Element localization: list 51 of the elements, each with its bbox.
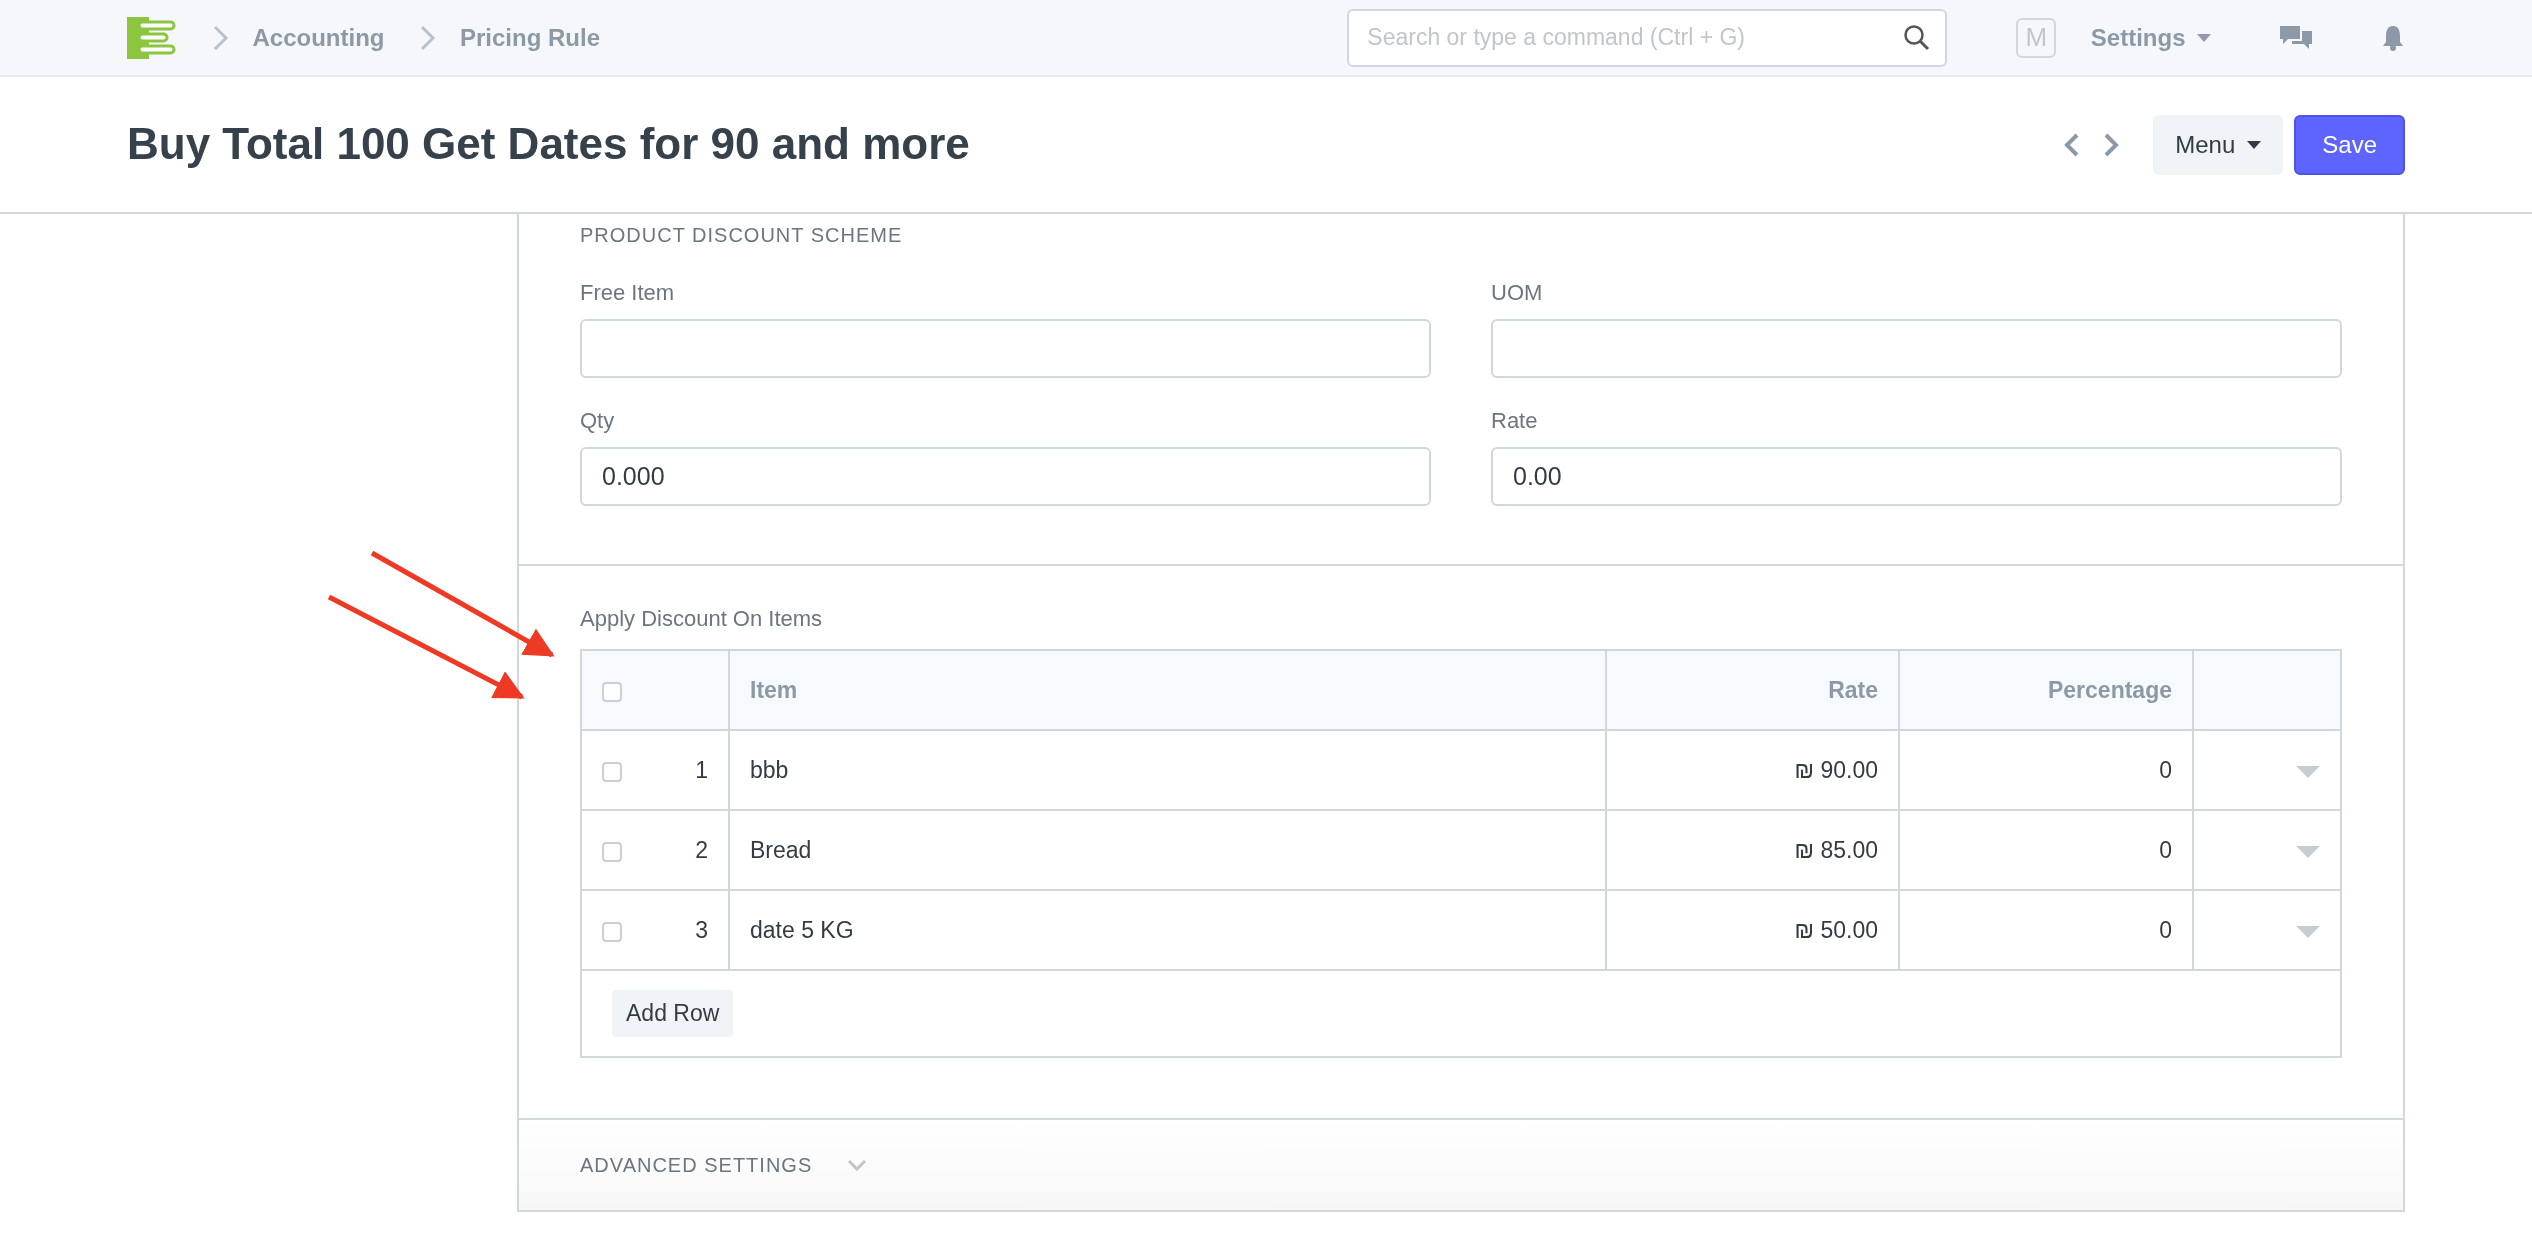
input-field[interactable]: 0.000	[580, 447, 1431, 506]
input-field[interactable]	[1491, 319, 2342, 378]
field-label: Qty	[580, 407, 616, 435]
table-label: Apply Discount On Items	[580, 605, 824, 633]
input-field[interactable]	[580, 319, 1431, 378]
column-header: Percentage	[1899, 650, 2193, 730]
field-label: UOM	[1491, 279, 1544, 307]
row-number: 1	[653, 730, 729, 810]
table-cell: ₪ 85.00	[1606, 810, 1899, 890]
chevron-right-icon	[419, 23, 437, 52]
settings-menu[interactable]: Settings	[2090, 19, 2186, 56]
chevron-down-icon[interactable]	[846, 1159, 867, 1171]
caret-down-icon	[2246, 140, 2261, 149]
search-icon	[1903, 23, 1932, 52]
checkbox[interactable]	[602, 761, 622, 782]
section-heading[interactable]: ADVANCED SETTINGS	[580, 1150, 813, 1180]
row-number: 2	[653, 810, 729, 890]
caret-down-icon[interactable]	[2296, 765, 2320, 778]
logo-icon[interactable]	[127, 16, 177, 59]
caret-down-icon[interactable]	[2296, 845, 2320, 858]
input-field[interactable]: 0.00	[1491, 447, 2342, 506]
checkbox[interactable]	[602, 681, 622, 702]
section-heading: PRODUCT DISCOUNT SCHEME	[580, 223, 904, 248]
search-field[interactable]: Search or type a command (Ctrl + G)	[1347, 8, 1948, 67]
menu-button[interactable]: Menu	[2153, 114, 2283, 175]
column-header: Item	[729, 650, 1606, 730]
field-label: Rate	[1491, 407, 1539, 435]
checkbox[interactable]	[602, 841, 622, 862]
chevron-right-icon	[211, 23, 230, 52]
table-cell: date 5 KG	[729, 890, 1606, 970]
column-header: Rate	[1606, 650, 1899, 730]
table-cell: bbb	[729, 730, 1606, 810]
page-title: Buy Total 100 Get Dates for 90 and more	[127, 118, 971, 171]
table-cell: ₪ 50.00	[1606, 890, 1899, 970]
next-icon[interactable]	[2102, 131, 2119, 158]
table-cell: 0	[1899, 810, 2193, 890]
table-cell: 0	[1899, 730, 2193, 810]
checkbox[interactable]	[602, 921, 622, 942]
caret-down-icon	[2197, 33, 2211, 42]
table-cell: Bread	[729, 810, 1606, 890]
table-cell: 0	[1899, 890, 2193, 970]
breadcrumb-link[interactable]: Accounting	[252, 19, 385, 56]
field-label: Free Item	[580, 279, 676, 307]
table-cell: ₪ 90.00	[1606, 730, 1899, 810]
save-button[interactable]: Save	[2294, 114, 2405, 175]
caret-down-icon[interactable]	[2296, 925, 2320, 938]
previous-icon[interactable]	[2063, 131, 2080, 158]
breadcrumb-link[interactable]: Pricing Rule	[460, 19, 601, 56]
row-number: 3	[653, 890, 729, 970]
add-row-button[interactable]: Add Row	[612, 990, 734, 1037]
bell-icon[interactable]	[2381, 23, 2405, 52]
